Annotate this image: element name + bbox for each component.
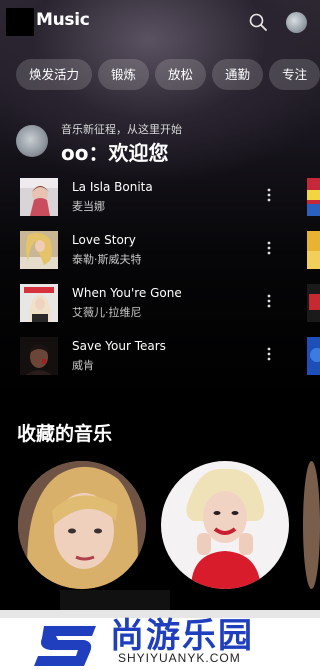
album-cover: [20, 231, 58, 269]
song-title: La Isla Bonita: [72, 180, 153, 194]
user-avatar[interactable]: [16, 125, 48, 157]
album-cover-peek[interactable]: [307, 231, 320, 269]
chip-energize[interactable]: 焕发活力: [16, 59, 93, 90]
favorite-artist-circle[interactable]: [18, 461, 146, 589]
search-icon[interactable]: [247, 11, 269, 33]
album-cover: [20, 284, 58, 322]
chip-commute[interactable]: 通勤: [212, 59, 264, 90]
song-row[interactable]: Save Your Tears 威肯: [0, 337, 300, 381]
song-artist: 艾薇儿·拉维尼: [72, 306, 142, 319]
album-cover-peek[interactable]: [307, 178, 320, 216]
song-artist: 泰勒·斯威夫特: [72, 253, 142, 266]
top-bar: Music: [0, 0, 320, 46]
app-logo-icon: [6, 8, 34, 36]
chip-workout[interactable]: 锻炼: [98, 59, 150, 90]
favorite-artist-circle[interactable]: [161, 461, 289, 589]
app-logo-text: Music: [36, 10, 90, 30]
profile-avatar[interactable]: [286, 12, 307, 33]
song-title: Save Your Tears: [72, 339, 166, 353]
song-title: When You're Gone: [72, 286, 182, 300]
favorites-heading: 收藏的音乐: [17, 423, 113, 445]
more-vert-icon[interactable]: [262, 344, 276, 364]
song-row[interactable]: Love Story 泰勒·斯威夫特: [0, 231, 300, 275]
song-artist: 麦当娜: [72, 200, 105, 213]
album-cover: [20, 178, 58, 216]
album-cover-peek[interactable]: [307, 284, 320, 322]
favorite-artist-circle-peek[interactable]: [303, 461, 320, 589]
album-cover: [20, 337, 58, 375]
watermark-brand: 尚游乐园: [110, 616, 254, 656]
album-cover-peek[interactable]: [307, 337, 320, 375]
more-vert-icon[interactable]: [262, 238, 276, 258]
greeting-subtitle: 音乐新征程，从这里开始: [61, 123, 182, 136]
chip-relax[interactable]: 放松: [155, 59, 207, 90]
song-title: Love Story: [72, 233, 136, 247]
greeting-title: oo：欢迎您: [61, 141, 169, 165]
more-vert-icon[interactable]: [262, 291, 276, 311]
song-artist: 威肯: [72, 359, 94, 372]
mood-chips: 焕发活力 锻炼 放松 通勤 专注: [16, 59, 320, 91]
chip-focus[interactable]: 专注: [269, 59, 320, 90]
song-row[interactable]: When You're Gone 艾薇儿·拉维尼: [0, 284, 300, 328]
watermark-url: SHYIYUANYK.COM: [118, 651, 241, 665]
more-vert-icon[interactable]: [262, 185, 276, 205]
song-row[interactable]: La Isla Bonita 麦当娜: [0, 178, 300, 222]
